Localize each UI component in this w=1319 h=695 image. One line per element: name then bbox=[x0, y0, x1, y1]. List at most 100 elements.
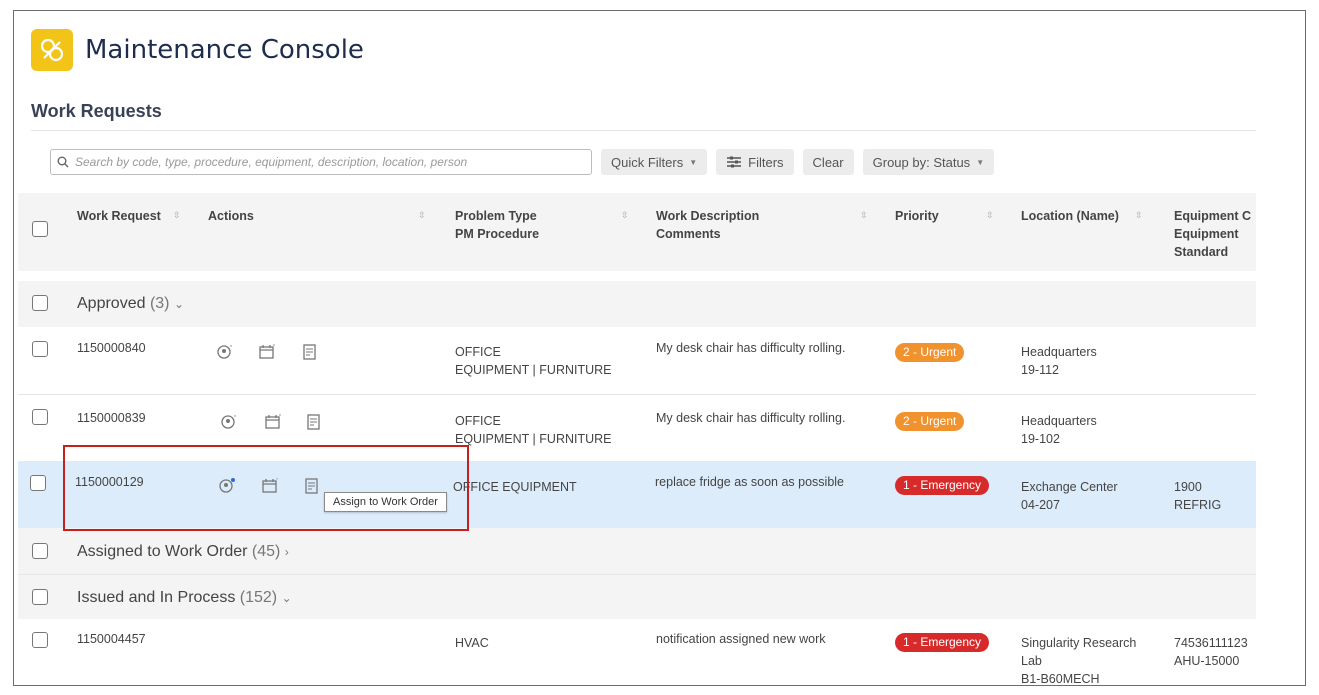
column-equipment-code[interactable]: Equipment C bbox=[1174, 207, 1251, 225]
group-name: Approved bbox=[77, 295, 146, 312]
tools-icon bbox=[40, 38, 64, 62]
highlight-box bbox=[63, 445, 469, 531]
group-checkbox[interactable] bbox=[32, 589, 48, 605]
row-checkbox[interactable] bbox=[32, 341, 48, 357]
filters-label: Filters bbox=[748, 154, 784, 170]
select-all-checkbox[interactable] bbox=[32, 221, 48, 237]
column-problem-type[interactable]: Problem Type bbox=[455, 207, 537, 225]
group-label: Issued and In Process (152) ⌄ bbox=[77, 589, 292, 607]
app-logo bbox=[31, 29, 73, 71]
location-building: Lab bbox=[1021, 654, 1042, 668]
location-name: Singularity Research bbox=[1021, 636, 1137, 650]
work-description: My desk chair has difficulty rolling. bbox=[656, 411, 846, 425]
problem-type: HVAC bbox=[455, 636, 489, 650]
problem-type: OFFICE bbox=[455, 414, 501, 428]
equipment-code: 1900 bbox=[1174, 480, 1202, 494]
location-room: 19-102 bbox=[1021, 432, 1060, 446]
clear-label: Clear bbox=[812, 154, 844, 170]
group-by-button[interactable]: Group by: Status ▼ bbox=[862, 149, 995, 175]
group-row-assigned[interactable]: Assigned to Work Order (45) › bbox=[18, 528, 1256, 574]
quick-filters-button[interactable]: Quick Filters ▼ bbox=[601, 149, 708, 175]
location-room: B1-B60MECH bbox=[1021, 672, 1100, 686]
column-work-request[interactable]: Work Request bbox=[77, 207, 161, 225]
location-name: Exchange Center bbox=[1021, 480, 1118, 494]
row-checkbox[interactable] bbox=[32, 409, 48, 425]
group-label: Approved (3) ⌄ bbox=[77, 295, 184, 313]
search-input[interactable] bbox=[73, 154, 577, 170]
sliders-icon bbox=[727, 156, 742, 168]
quick-filters-label: Quick Filters bbox=[611, 154, 684, 170]
group-count: (45) bbox=[251, 543, 281, 560]
work-request-id[interactable]: 1150000840 bbox=[77, 339, 146, 357]
toolbar: Quick Filters ▼ Filters Clear Group by: … bbox=[50, 148, 995, 176]
group-checkbox[interactable] bbox=[32, 543, 48, 559]
priority-badge: 2 - Urgent bbox=[895, 412, 965, 431]
app-frame: Maintenance Console Work Requests Quick … bbox=[13, 10, 1306, 686]
assign-person-icon[interactable] bbox=[220, 413, 238, 431]
equipment-standard: AHU-15000 bbox=[1174, 654, 1240, 668]
search-box[interactable] bbox=[50, 149, 592, 175]
sort-icon[interactable]: ⇳ bbox=[1135, 210, 1143, 221]
calendar-icon[interactable] bbox=[258, 343, 276, 361]
group-by-label: Group by: Status bbox=[872, 154, 971, 170]
chevron-down-icon[interactable]: ⌄ bbox=[174, 297, 184, 311]
work-description: replace fridge as soon as possible bbox=[655, 475, 845, 489]
column-comments: Comments bbox=[656, 227, 721, 241]
app-header: Maintenance Console bbox=[31, 29, 364, 71]
location-name: Headquarters bbox=[1021, 414, 1097, 428]
divider bbox=[31, 130, 1256, 131]
sort-icon[interactable]: ⇳ bbox=[860, 210, 868, 221]
work-request-id[interactable]: 1150004457 bbox=[77, 630, 146, 648]
sort-icon[interactable]: ⇳ bbox=[621, 210, 629, 221]
group-checkbox[interactable] bbox=[32, 295, 48, 311]
column-pm-procedure: PM Procedure bbox=[455, 227, 540, 241]
row-checkbox[interactable] bbox=[30, 475, 46, 491]
group-label: Assigned to Work Order (45) › bbox=[77, 543, 289, 561]
problem-type: OFFICE bbox=[455, 345, 501, 359]
chevron-right-icon[interactable]: › bbox=[285, 545, 289, 559]
work-order-icon[interactable] bbox=[305, 413, 323, 431]
grid-header: Work Request ⇳ Actions ⇳ Problem Type PM… bbox=[18, 193, 1256, 271]
equipment-code: 74536111123 bbox=[1174, 636, 1248, 650]
column-actions: Actions bbox=[208, 209, 254, 223]
priority-badge: 1 - Emergency bbox=[895, 476, 990, 495]
location-room: 04-207 bbox=[1021, 498, 1060, 512]
sort-icon[interactable]: ⇳ bbox=[173, 210, 181, 221]
chevron-down-icon: ▼ bbox=[976, 157, 985, 167]
priority-badge: 1 - Emergency bbox=[895, 633, 990, 652]
column-priority[interactable]: Priority bbox=[895, 207, 939, 225]
priority-badge: 2 - Urgent bbox=[895, 343, 965, 362]
row-checkbox[interactable] bbox=[32, 632, 48, 648]
location-room: 19-112 bbox=[1021, 363, 1059, 377]
column-location[interactable]: Location (Name) bbox=[1021, 207, 1119, 225]
work-order-icon[interactable] bbox=[301, 343, 319, 361]
chevron-down-icon[interactable]: ⌄ bbox=[282, 591, 292, 605]
problem-type-detail: EQUIPMENT | FURNITURE bbox=[455, 432, 612, 446]
section-title: Work Requests bbox=[31, 101, 162, 121]
work-request-id[interactable]: 1150000839 bbox=[77, 409, 146, 427]
sort-icon[interactable]: ⇳ bbox=[986, 210, 994, 221]
equipment-standard: REFRIG bbox=[1174, 498, 1222, 512]
problem-type-detail: EQUIPMENT | FURNITURE bbox=[455, 363, 612, 377]
filters-button[interactable]: Filters bbox=[716, 149, 794, 175]
calendar-icon[interactable] bbox=[264, 413, 282, 431]
group-name: Issued and In Process bbox=[77, 589, 236, 606]
column-work-description[interactable]: Work Description bbox=[656, 207, 759, 225]
group-count: (152) bbox=[239, 589, 278, 606]
problem-type: OFFICE EQUIPMENT bbox=[453, 480, 577, 494]
chevron-down-icon: ▼ bbox=[689, 157, 698, 167]
clear-button[interactable]: Clear bbox=[802, 149, 854, 175]
group-row-issued[interactable]: Issued and In Process (152) ⌄ bbox=[18, 575, 1256, 619]
sort-icon[interactable]: ⇳ bbox=[418, 210, 426, 221]
table-row[interactable]: 1150004457 HVAC notification assigned ne… bbox=[18, 619, 1256, 686]
table-row[interactable]: 1150000840 OFFICE EQUIPMENT | FURNITURE … bbox=[18, 327, 1256, 395]
column-standard: Standard bbox=[1174, 245, 1229, 259]
app-title: Maintenance Console bbox=[85, 35, 364, 65]
column-equipment: Equipment bbox=[1174, 227, 1239, 241]
work-description: notification assigned new work bbox=[656, 632, 826, 646]
assign-person-icon[interactable] bbox=[216, 343, 234, 361]
group-count: (3) bbox=[149, 295, 170, 312]
location-name: Headquarters bbox=[1021, 345, 1097, 359]
group-name: Assigned to Work Order bbox=[77, 543, 248, 560]
group-row-approved[interactable]: Approved (3) ⌄ bbox=[18, 281, 1256, 327]
